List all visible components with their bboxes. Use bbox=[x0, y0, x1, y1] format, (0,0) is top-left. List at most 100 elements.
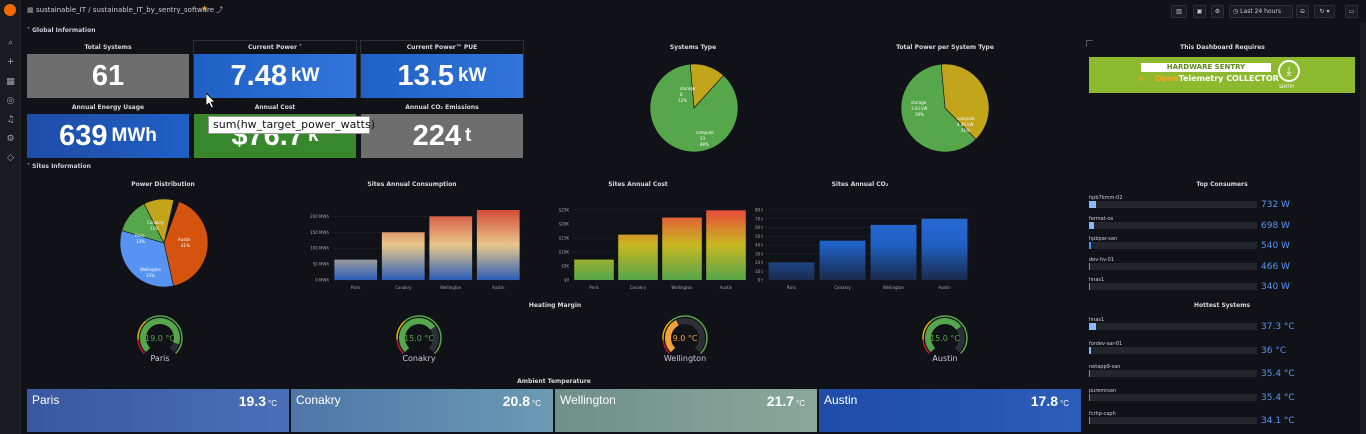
current-power-stat[interactable]: 7.48 kW bbox=[194, 54, 356, 98]
shield-icon[interactable]: ◇ bbox=[5, 153, 16, 164]
page-scrollbar[interactable] bbox=[1360, 22, 1366, 434]
bar-wellington[interactable] bbox=[662, 217, 702, 280]
cost-bar-chart[interactable]: $0 $5K $10K $15K $20K $25K Paris Conakry Welling… bbox=[526, 190, 750, 294]
current-power-pue-stat[interactable]: 13.5 kW bbox=[361, 54, 523, 98]
y-tick-label: $15K bbox=[559, 236, 570, 241]
explore-icon[interactable]: ◎ bbox=[5, 96, 16, 107]
bell-icon[interactable]: ♫ bbox=[5, 115, 16, 126]
hottest-row[interactable]: fordev-sar-01 36 °C bbox=[1089, 341, 1299, 356]
top-bar: ▦ sustainable_IT / sustainable_IT_by_sen… bbox=[21, 0, 1366, 22]
breadcrumb-dashboard[interactable]: sustainable_IT_by_sentry_software bbox=[93, 6, 214, 14]
section-sites[interactable]: ˅ Sites Information bbox=[27, 163, 91, 170]
ambient-site-name: Paris bbox=[32, 393, 60, 407]
power-per-type-pie[interactable]: storage 3.03 kW 39% compute 4.46 kW 61% bbox=[899, 62, 991, 154]
hardware-sentry-banner[interactable]: HARDWARE SENTRY OpenTelemetry COLLECTOR … bbox=[1089, 57, 1355, 93]
consumer-row[interactable]: hpb7kmm-02 732 W bbox=[1089, 195, 1299, 210]
hottest-row[interactable]: fcrhp-caph 34.1 °C bbox=[1089, 411, 1299, 426]
ambient-site-value: 21.7 °C bbox=[767, 393, 805, 409]
bar-wellington[interactable] bbox=[870, 224, 917, 280]
hottest-value: 36 °C bbox=[1261, 345, 1287, 356]
annual-co2-stat[interactable]: 224 t bbox=[361, 114, 523, 158]
annual-energy-title: Annual Energy Usage bbox=[71, 104, 145, 111]
bar-austin[interactable] bbox=[476, 210, 520, 280]
bar-conakry[interactable] bbox=[819, 240, 866, 280]
gear-icon[interactable]: ⚙ bbox=[5, 134, 16, 145]
gauge-wellington[interactable]: 9.0 °C Wellington bbox=[643, 314, 727, 366]
gauge-site-label: Paris bbox=[150, 354, 170, 363]
co2-chart-title: Sites Annual CO₂ bbox=[831, 181, 889, 188]
hottest-row[interactable]: netapp9-san 35.4 °C bbox=[1089, 364, 1299, 379]
search-icon[interactable]: ⌕ bbox=[5, 38, 16, 49]
consumer-row[interactable]: hpbpar-san 540 W bbox=[1089, 236, 1299, 251]
x-tick-label: Austin bbox=[720, 285, 733, 290]
dashboards-icon[interactable]: ▦ bbox=[5, 77, 16, 88]
current-power-pue-title: Current Power™ PUE bbox=[406, 44, 478, 51]
consumer-row[interactable]: fermat-os 698 W bbox=[1089, 216, 1299, 231]
x-tick-label: Conakry bbox=[630, 285, 647, 290]
systems-type-label-storage: storage bbox=[680, 86, 696, 91]
ambient-site-value: 19.3 °C bbox=[239, 393, 277, 409]
systems-type-title: Systems Type bbox=[669, 44, 717, 51]
section-sites-title: Sites Information bbox=[32, 163, 91, 170]
current-power-title[interactable]: Current Power ˅ bbox=[194, 44, 356, 51]
gauge-austin[interactable]: 15.0 °C Austin bbox=[903, 314, 987, 366]
y-tick-label: 40 t bbox=[755, 243, 763, 248]
gear-icon[interactable]: ⚙ bbox=[1211, 5, 1224, 18]
ambient-austin[interactable]: Austin 17.8 °C bbox=[819, 389, 1081, 432]
ambient-paris[interactable]: Paris 19.3 °C bbox=[27, 389, 289, 432]
gauge-conakry[interactable]: 15.0 °C Conakry bbox=[377, 314, 461, 366]
plus-icon[interactable]: + bbox=[5, 57, 16, 68]
hottest-row[interactable]: hnas1 37.3 °C bbox=[1089, 317, 1299, 332]
consumer-row[interactable]: dev-hv-01 466 W bbox=[1089, 257, 1299, 272]
star-icon[interactable]: ★ bbox=[201, 4, 208, 13]
refresh-icon[interactable]: ↻ ▾ bbox=[1314, 5, 1335, 18]
save-icon[interactable]: ▣ bbox=[1193, 5, 1206, 18]
dashboards-grid-icon[interactable]: ▦ bbox=[27, 6, 34, 14]
ambient-value-unit: °C bbox=[796, 399, 805, 408]
breadcrumb-folder[interactable]: sustainable_IT bbox=[36, 6, 86, 14]
bar-austin[interactable] bbox=[921, 218, 968, 280]
ambient-value-number: 19.3 bbox=[238, 393, 267, 409]
total-systems-value: 61 bbox=[91, 59, 125, 92]
hottest-row[interactable]: puremrsan 35.4 °C bbox=[1089, 388, 1299, 403]
time-picker-button[interactable]: ◷ Last 24 hours bbox=[1229, 5, 1293, 18]
bar-austin[interactable] bbox=[706, 210, 746, 280]
x-tick-label: Wellington bbox=[440, 285, 462, 290]
bar-paris[interactable] bbox=[768, 262, 815, 281]
hottest-track bbox=[1089, 393, 1257, 401]
y-tick-label: $0 bbox=[564, 278, 570, 283]
consumer-row[interactable]: hnas1 340 W bbox=[1089, 277, 1299, 292]
bar-paris[interactable] bbox=[334, 259, 378, 280]
y-tick-label: 0 MWh bbox=[315, 278, 329, 283]
systems-type-pie[interactable]: storage 8 12% compute 53 88% bbox=[648, 62, 740, 154]
consumer-fill bbox=[1089, 262, 1090, 270]
consumer-track bbox=[1089, 221, 1257, 229]
bar-conakry[interactable] bbox=[381, 232, 425, 280]
add-panel-icon[interactable]: ▥ bbox=[1171, 5, 1187, 18]
grafana-logo-icon[interactable] bbox=[4, 4, 16, 16]
power-type-label-storage: storage bbox=[911, 100, 927, 105]
tv-mode-icon[interactable]: ▭ bbox=[1345, 5, 1358, 18]
gauge-value: 15.0 °C bbox=[404, 334, 434, 343]
section-global[interactable]: ˅ Global Information bbox=[27, 27, 96, 34]
consumer-track bbox=[1089, 242, 1257, 249]
hottest-fill bbox=[1089, 323, 1096, 330]
ambient-wellington[interactable]: Wellington 21.7 °C bbox=[555, 389, 817, 432]
co2-bar-chart[interactable]: 0 t 10 t 20 t 30 t 40 t 50 t 60 t 70 t 80 t Paris… bbox=[748, 190, 972, 294]
total-systems-stat[interactable]: 61 bbox=[27, 54, 189, 98]
bar-conakry[interactable] bbox=[618, 234, 658, 280]
requires-title: This Dashboard Requires bbox=[1180, 44, 1265, 51]
bar-paris[interactable] bbox=[574, 259, 614, 280]
zoom-out-icon[interactable]: ⊖ bbox=[1296, 5, 1309, 18]
bar-wellington[interactable] bbox=[429, 216, 473, 280]
gauge-paris[interactable]: 19.0 °C Paris bbox=[118, 314, 202, 366]
share-icon[interactable]: ⤴ bbox=[216, 5, 223, 15]
power-distribution-pie[interactable]: Austin 41% Wellington 33% Paris 13% Cona… bbox=[118, 197, 210, 289]
ambient-conakry[interactable]: Conakry 20.8 °C bbox=[291, 389, 553, 432]
annual-energy-unit: MWh bbox=[111, 125, 157, 146]
current-power-value: 7.48 bbox=[230, 59, 287, 92]
annual-energy-stat[interactable]: 639 MWh bbox=[27, 114, 189, 158]
hottest-fill bbox=[1089, 370, 1090, 377]
consumption-bar-chart[interactable]: 0 MWh 50 MWh 100 MWh 150 MWh 200 MWh Paris Con… bbox=[300, 190, 524, 294]
banner-collector: COLLECTOR bbox=[1226, 74, 1279, 83]
